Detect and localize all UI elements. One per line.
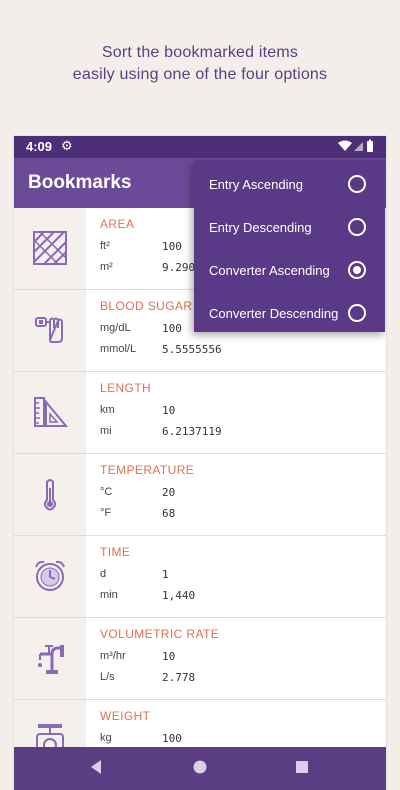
temperature-icon [14, 454, 86, 535]
back-icon[interactable] [88, 759, 104, 775]
wifi-icon [338, 140, 352, 151]
unit-to: m² [100, 261, 113, 273]
sort-option-converter-ascending[interactable]: Converter Ascending [194, 249, 385, 292]
battery-icon [367, 141, 373, 152]
unit-from: m³/hr [100, 650, 126, 662]
unit-to: L/s [100, 671, 115, 683]
value-from: 20 [162, 486, 176, 499]
length-icon [14, 372, 86, 453]
caption-line-1: Sort the bookmarked items [101, 44, 299, 61]
status-bar: 4:09 ⚙ [14, 136, 386, 158]
unit-from: °C [100, 486, 113, 498]
recents-icon[interactable] [294, 759, 310, 775]
blood-sugar-icon [14, 290, 86, 371]
bookmark-row-time[interactable]: TIME d 1 min 1,440 [14, 536, 386, 618]
unit-to: °F [100, 507, 112, 519]
radio-button-selected[interactable] [348, 261, 366, 279]
value-to: 2.778 [162, 671, 196, 684]
category-label: TIME [100, 545, 131, 559]
category-label: VOLUMETRIC RATE [100, 627, 220, 641]
category-label: AREA [100, 217, 135, 231]
sort-option-label: Converter Ascending [209, 263, 330, 278]
caption-line-2: easily using one of the four options [72, 66, 328, 83]
phone-screen: 4:09 ⚙ Bookmarks AREA ft² 100 m² 9.290 B… [14, 136, 386, 790]
status-time: 4:09 [26, 139, 53, 154]
radio-button[interactable] [348, 218, 366, 236]
unit-from: ft² [100, 240, 110, 252]
volumetric-rate-icon [14, 618, 86, 699]
status-icons [338, 139, 373, 152]
category-label: LENGTH [100, 381, 152, 395]
sort-option-label: Entry Descending [209, 220, 312, 235]
value-to: 5.5555556 [162, 343, 222, 356]
navigation-bar [14, 747, 386, 790]
value-to: 6.2137119 [162, 425, 222, 438]
sort-option-label: Entry Ascending [209, 177, 303, 192]
promo-caption: Sort the bookmarked items easily using o… [0, 42, 400, 86]
unit-from: km [100, 404, 115, 416]
unit-from: kg [100, 732, 112, 744]
category-label: TEMPERATURE [100, 463, 195, 477]
radio-button[interactable] [348, 175, 366, 193]
sort-option-label: Converter Descending [209, 306, 339, 321]
sort-options-menu: Entry Ascending Entry Descending Convert… [194, 160, 385, 332]
sort-option-entry-ascending[interactable]: Entry Ascending [194, 163, 385, 206]
unit-from: d [100, 568, 107, 580]
value-to: 68 [162, 507, 176, 520]
time-icon [14, 536, 86, 617]
value-from: 1 [162, 568, 169, 581]
category-label: BLOOD SUGAR [100, 299, 193, 313]
unit-to: mmol/L [100, 343, 137, 355]
value-from: 10 [162, 404, 176, 417]
area-icon [14, 208, 86, 289]
value-to: 9.290 [162, 261, 196, 274]
cell-signal-icon [354, 142, 363, 151]
value-from: 100 [162, 732, 182, 745]
unit-from: mg/dL [100, 322, 131, 334]
unit-to: min [100, 589, 118, 601]
home-icon[interactable] [192, 759, 208, 775]
value-from: 100 [162, 322, 182, 335]
value-to: 1,440 [162, 589, 196, 602]
category-label: WEIGHT [100, 709, 151, 723]
unit-to: mi [100, 425, 112, 437]
bookmark-row-temperature[interactable]: TEMPERATURE °C 20 °F 68 [14, 454, 386, 536]
page-title: Bookmarks [28, 172, 132, 193]
radio-button[interactable] [348, 304, 366, 322]
sort-option-entry-descending[interactable]: Entry Descending [194, 206, 385, 249]
value-from: 100 [162, 240, 182, 253]
bookmark-row-volumetric-rate[interactable]: VOLUMETRIC RATE m³/hr 10 L/s 2.778 [14, 618, 386, 700]
gear-icon: ⚙ [61, 138, 73, 153]
sort-option-converter-descending[interactable]: Converter Descending [194, 292, 385, 335]
value-from: 10 [162, 650, 176, 663]
bookmark-row-length[interactable]: LENGTH km 10 mi 6.2137119 [14, 372, 386, 454]
